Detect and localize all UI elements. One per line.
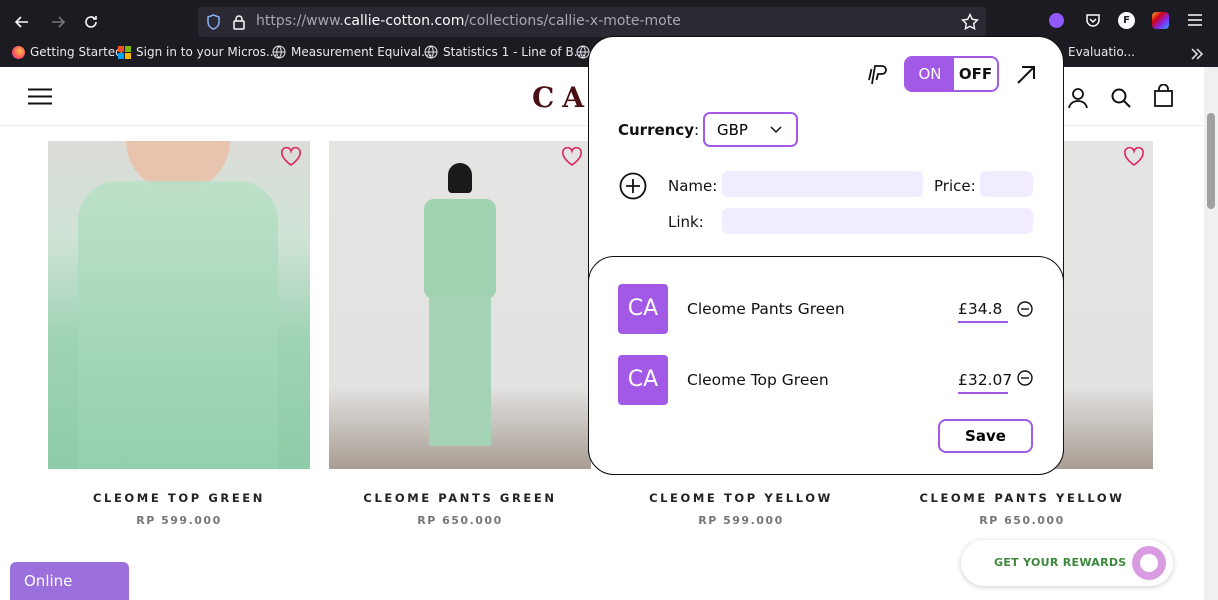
page-scrollbar[interactable]	[1204, 67, 1218, 600]
product-name[interactable]: CLEOME TOP GREEN	[48, 491, 310, 505]
product-name[interactable]: CLEOME TOP YELLOW	[610, 491, 872, 505]
online-chat-tab[interactable]: Online	[10, 562, 129, 600]
add-circle-icon[interactable]	[619, 172, 647, 200]
product-image[interactable]	[48, 141, 310, 469]
rewards-widget[interactable]: GET YOUR REWARDS	[961, 540, 1173, 586]
hamburger-menu-icon[interactable]	[28, 88, 52, 105]
extension-rainbow-icon[interactable]	[1152, 12, 1169, 29]
product-name[interactable]: CLEOME PANTS GREEN	[329, 491, 591, 505]
wishlist-heart-icon[interactable]	[1123, 147, 1145, 167]
item-name[interactable]: Cleome Top Green	[687, 371, 829, 389]
lock-icon[interactable]	[232, 14, 246, 30]
price-tracker-popup: ON OFF Currency: GBP Name: Price: Link: …	[588, 36, 1064, 475]
save-button[interactable]: Save	[938, 419, 1033, 453]
extension-purple-icon[interactable]	[1049, 13, 1064, 28]
bookmark-label: Sign in to your Micros...	[136, 45, 278, 59]
bookmark-measurement[interactable]: Measurement Equival...	[272, 45, 433, 59]
bookmark-microsoft[interactable]: Sign in to your Micros...	[118, 45, 277, 59]
currency-value: GBP	[717, 121, 748, 139]
item-name[interactable]: Cleome Pants Green	[687, 300, 845, 318]
name-label: Name:	[668, 177, 718, 195]
link-input[interactable]	[722, 208, 1033, 234]
chevron-down-icon	[770, 126, 782, 134]
address-bar[interactable]: https://www.callie-cotton.com/collection…	[198, 7, 986, 37]
pocket-icon[interactable]	[1085, 12, 1101, 28]
bookmark-label: Getting Started	[30, 45, 123, 59]
currency-select[interactable]: GBP	[703, 112, 798, 147]
external-link-arrow-icon[interactable]	[1015, 64, 1037, 86]
saved-items-panel: CA Cleome Pants Green £34.8 CA Cleome To…	[588, 256, 1064, 475]
toggle-on[interactable]: ON	[906, 58, 954, 90]
bookmark-label: Measurement Equival...	[291, 45, 433, 59]
wishlist-heart-icon[interactable]	[280, 147, 302, 167]
back-icon[interactable]	[8, 8, 36, 36]
bookmark-evaluation[interactable]: Evaluatio...	[1068, 45, 1135, 59]
price-label: Price:	[934, 177, 976, 195]
microsoft-icon	[118, 45, 131, 59]
product-name[interactable]: CLEOME PANTS YELLOW	[891, 491, 1153, 505]
globe-icon	[424, 45, 438, 59]
bookmark-label: Evaluatio...	[1068, 45, 1135, 59]
remove-circle-icon[interactable]	[1017, 370, 1033, 386]
link-label: Link:	[668, 213, 704, 231]
site-logo[interactable]: CA	[532, 81, 592, 114]
rewards-logo-icon[interactable]	[1132, 546, 1166, 580]
price-input[interactable]	[980, 171, 1033, 197]
bookmark-statistics[interactable]: Statistics 1 - Line of B...	[424, 45, 585, 59]
menu-icon[interactable]	[1187, 13, 1203, 27]
scrollbar-thumb[interactable]	[1207, 113, 1215, 209]
url-text: https://www.callie-cotton.com/collection…	[256, 13, 681, 29]
forward-icon[interactable]	[44, 8, 72, 36]
firefox-icon	[12, 45, 25, 59]
wishlist-heart-icon[interactable]	[561, 147, 583, 167]
search-icon[interactable]	[1111, 88, 1131, 108]
product-image[interactable]	[329, 141, 591, 469]
item-price[interactable]: £34.8	[958, 300, 1008, 323]
item-avatar: CA	[618, 284, 668, 334]
name-input[interactable]	[722, 171, 923, 197]
profile-avatar[interactable]: F	[1118, 12, 1135, 29]
rewards-label[interactable]: GET YOUR REWARDS	[994, 556, 1127, 569]
product-card[interactable]: CLEOME TOP GREEN RP 599.000	[48, 141, 310, 527]
paypal-icon[interactable]	[865, 63, 889, 87]
on-off-toggle[interactable]: ON OFF	[904, 56, 999, 92]
bookmark-label: Statistics 1 - Line of B...	[443, 45, 586, 59]
currency-label: Currency:	[618, 121, 700, 139]
reload-icon[interactable]	[77, 8, 105, 36]
account-icon[interactable]	[1067, 87, 1089, 109]
product-card[interactable]: CLEOME PANTS GREEN RP 650.000	[329, 141, 591, 527]
toggle-off[interactable]: OFF	[954, 58, 997, 90]
item-price[interactable]: £32.07	[958, 371, 1012, 394]
product-price: RP 599.000	[698, 514, 784, 527]
product-price: RP 599.000	[136, 514, 222, 527]
item-avatar: CA	[618, 355, 668, 405]
globe-icon	[272, 45, 286, 59]
star-icon[interactable]	[961, 13, 979, 31]
product-price: RP 650.000	[417, 514, 503, 527]
chevron-right-double-icon[interactable]	[1190, 47, 1204, 61]
shield-icon[interactable]	[206, 14, 221, 30]
remove-circle-icon[interactable]	[1017, 301, 1033, 317]
bookmark-getting-started[interactable]: Getting Started	[12, 45, 123, 59]
cart-icon[interactable]	[1154, 84, 1173, 107]
product-price: RP 650.000	[979, 514, 1065, 527]
